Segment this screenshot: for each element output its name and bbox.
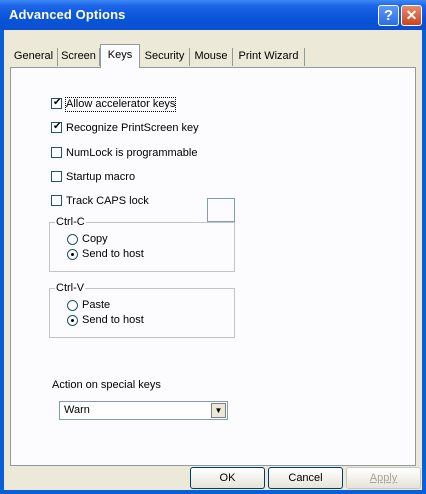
checkbox-box[interactable]: ✔ [51,97,62,109]
ctrl-v-group: Ctrl-V Paste Send to host [49,282,235,338]
apply-button[interactable]: Apply [346,467,421,489]
tab-keys[interactable]: Keys [100,44,140,68]
advanced-options-window: Advanced Options ? ✕ General Screen Keys… [0,0,426,494]
dialog-client-area: General Screen Keys Security Mouse Print… [4,30,422,490]
checkbox-label: Startup macro [66,171,136,183]
window-title: Advanced Options [9,7,126,22]
checkbox-label: Track CAPS lock [66,195,149,207]
tab-security[interactable]: Security [140,48,190,66]
ctrl-v-group-label: Ctrl-V [55,282,86,294]
ctrl-c-group: Ctrl-C Copy Send to host [49,216,235,272]
radio-label: Copy [82,233,108,245]
checkbox-label: Allow accelerator keys [64,97,177,112]
tab-screen[interactable]: Screen [58,48,100,66]
keys-tab-page: ✔ Allow accelerator keys ✔ Recognize Pri… [10,67,416,466]
title-bar[interactable]: Advanced Options ? ✕ [0,0,426,30]
radio-circle[interactable] [67,315,78,326]
special-keys-label: Action on special keys [52,379,161,391]
ok-button[interactable]: OK [190,467,265,489]
startup-macro-button[interactable] [207,198,235,222]
radio-circle[interactable] [67,300,78,311]
checkbox-box[interactable] [51,171,62,182]
check-icon: ✔ [53,121,62,132]
checkbox-label: NumLock is programmable [66,147,198,159]
radio-circle[interactable] [67,234,78,245]
close-button[interactable]: ✕ [401,5,422,26]
radio-label: Paste [82,299,111,311]
tab-general[interactable]: General [10,48,58,66]
checkbox-box[interactable]: ✔ [51,121,62,133]
chevron-down-icon[interactable]: ▼ [211,403,226,418]
radio-dot [71,319,74,322]
special-keys-value: Warn [64,404,90,416]
tab-mouse[interactable]: Mouse [190,48,233,66]
checkbox-box[interactable] [51,147,62,158]
radio-label: Send to host [82,314,144,326]
checkbox-box[interactable] [51,195,62,206]
checkbox-label: Recognize PrintScreen key [66,122,199,134]
ctrl-c-group-label: Ctrl-C [55,216,86,228]
check-icon: ✔ [53,97,62,108]
radio-circle[interactable] [67,249,78,260]
radio-dot [71,253,74,256]
special-keys-dropdown[interactable]: Warn ▼ [59,401,228,420]
tab-print-wizard[interactable]: Print Wizard [233,48,305,66]
radio-label: Send to host [82,248,144,260]
help-button[interactable]: ? [378,5,399,26]
cancel-button[interactable]: Cancel [268,467,343,489]
